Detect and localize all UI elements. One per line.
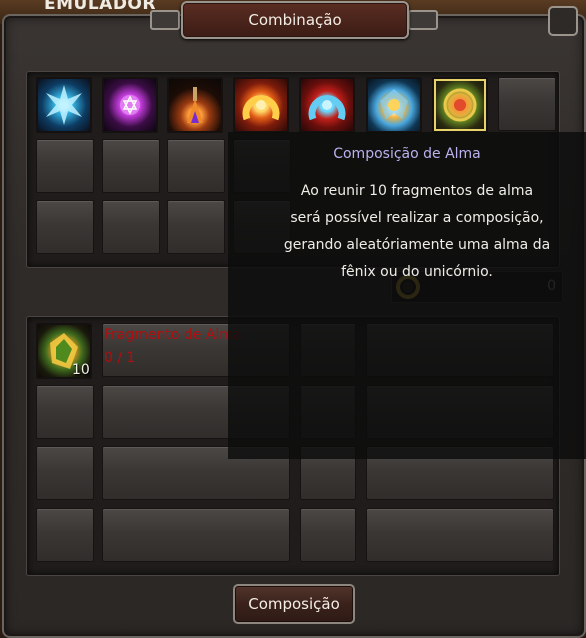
material-slot-empty[interactable] <box>36 139 94 193</box>
tooltip-line: gerando aleatóriamente uma alma da <box>283 237 551 253</box>
required-item-name: Fragmento de Alma <box>104 327 242 343</box>
recipe-cell <box>300 508 356 562</box>
item-tooltip: Composição de Alma Ao reunir 10 fragment… <box>228 132 586 459</box>
recipe-slot-empty[interactable] <box>36 446 94 500</box>
purple-star-gem-icon[interactable] <box>102 77 158 133</box>
recipe-slot-empty[interactable] <box>36 385 94 439</box>
material-slot-empty[interactable] <box>102 139 160 193</box>
blue-star-gem-icon[interactable] <box>36 77 92 133</box>
material-slot-empty[interactable] <box>36 200 94 254</box>
close-button[interactable] <box>548 6 578 36</box>
tooltip-line: será possível realizar a composição, <box>290 210 544 226</box>
recipe-slot-empty[interactable] <box>36 508 94 562</box>
material-slot-empty[interactable] <box>167 200 225 254</box>
orange-horseshoe-icon[interactable] <box>233 77 289 133</box>
recipe-name-cell <box>102 508 290 562</box>
blue-wings-icon[interactable] <box>366 77 422 133</box>
red-horseshoe-icon[interactable] <box>299 77 355 133</box>
material-slot-empty[interactable] <box>102 200 160 254</box>
potion-flask-icon[interactable] <box>167 77 223 133</box>
material-slot-empty[interactable] <box>498 77 556 131</box>
tooltip-line: Ao reunir 10 fragmentos de alma <box>300 183 534 199</box>
background-overlay-text: EMULADOR <box>44 0 156 14</box>
item-stack-count: 10 <box>72 362 90 378</box>
tooltip-line: fênix ou do unicórnio. <box>341 264 493 280</box>
gold-medal-icon[interactable] <box>432 77 488 133</box>
title-ornament-left <box>150 10 180 30</box>
window-title: Combinação <box>181 1 409 39</box>
tooltip-description: Ao reunir 10 fragmentos de alma será pos… <box>282 178 552 286</box>
material-slot-empty[interactable] <box>167 139 225 193</box>
required-item-quantity: 0 / 1 <box>104 350 136 366</box>
recipe-cell <box>366 508 554 562</box>
compose-button[interactable]: Composição <box>233 584 355 624</box>
title-ornament-right <box>408 10 438 30</box>
tooltip-title: Composição de Alma <box>333 146 481 162</box>
